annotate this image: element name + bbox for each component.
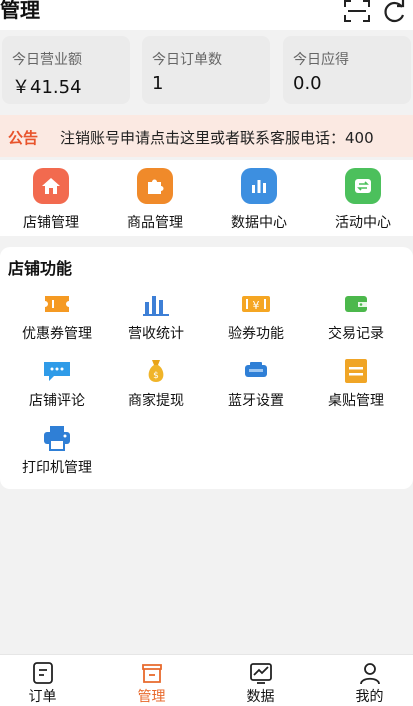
- stat-value: ￥41.54: [12, 77, 82, 98]
- tab-label: 我的: [355, 689, 384, 705]
- tab-label: 管理: [137, 689, 166, 705]
- quick-store-manage[interactable]: 店铺管理: [6, 168, 96, 232]
- voucher-yen-icon: ¥: [241, 291, 271, 317]
- printer-icon: [42, 425, 72, 451]
- voucher-verify-button[interactable]: ¥ 验券功能: [206, 291, 306, 345]
- table-sticker-icon: [341, 358, 371, 384]
- store-functions-panel: 店铺功能 优惠券管理 营收统计 ¥ 验券功能 交易记录 店铺评论 $ 商家提现: [0, 247, 413, 489]
- quick-data-center[interactable]: 数据中心: [214, 168, 304, 232]
- stat-label: 今日订单数: [152, 52, 222, 68]
- refresh-icon[interactable]: [381, 0, 407, 24]
- swap-icon: [345, 168, 381, 204]
- quick-label: 数据中心: [231, 215, 287, 231]
- quick-product-manage[interactable]: 商品管理: [110, 168, 200, 232]
- tab-profile[interactable]: 我的: [318, 655, 413, 706]
- notice-text[interactable]: 注销账号申请点击这里或者联系客服电话：400: [60, 127, 374, 148]
- bar-chart-icon: [241, 168, 277, 204]
- feature-label: 桌贴管理: [328, 393, 384, 409]
- bluetooth-settings-button[interactable]: 蓝牙设置: [206, 358, 306, 412]
- tab-label: 数据: [246, 689, 275, 705]
- today-stats: 今日营业额 ￥41.54 今日订单数 1 今日应得 0.0: [0, 36, 413, 104]
- order-icon: [33, 662, 53, 684]
- feature-label: 蓝牙设置: [228, 393, 284, 409]
- feature-label: 打印机管理: [22, 460, 92, 476]
- tab-label: 订单: [28, 689, 57, 705]
- stat-value: 1: [152, 73, 164, 94]
- notice-tag: 公告: [8, 129, 39, 147]
- stat-value: 0.0: [293, 73, 322, 94]
- table-sticker-button[interactable]: 桌贴管理: [306, 358, 406, 412]
- quick-label: 店铺管理: [23, 215, 79, 231]
- stat-revenue: 今日营业额 ￥41.54: [2, 36, 130, 104]
- feature-label: 验券功能: [228, 326, 284, 342]
- wallet-icon: [341, 291, 371, 317]
- feature-label: 店铺评论: [29, 393, 85, 409]
- tab-manage[interactable]: 管理: [100, 655, 203, 706]
- top-header: 管理: [0, 0, 413, 30]
- revenue-stats-button[interactable]: 营收统计: [106, 291, 206, 345]
- feature-label: 营收统计: [128, 326, 184, 342]
- tab-orders[interactable]: 订单: [0, 655, 94, 706]
- quick-activity-center[interactable]: 活动中心: [318, 168, 408, 232]
- bar-stats-icon: [141, 291, 171, 317]
- feature-label: 商家提现: [128, 393, 184, 409]
- quick-actions: 店铺管理 商品管理 数据中心 活动中心: [0, 160, 413, 236]
- stat-receivable: 今日应得 0.0: [283, 36, 411, 104]
- store-home-icon: [33, 168, 69, 204]
- svg-text:$: $: [153, 371, 159, 381]
- printer-manage-button[interactable]: 打印机管理: [7, 425, 107, 479]
- scan-icon[interactable]: [344, 0, 370, 22]
- feature-label: 交易记录: [328, 326, 384, 342]
- store-reviews-button[interactable]: 店铺评论: [7, 358, 107, 412]
- comment-icon: [42, 358, 72, 384]
- manage-icon: [142, 664, 162, 683]
- feature-label: 优惠券管理: [22, 326, 92, 342]
- section-title: 店铺功能: [8, 259, 73, 278]
- merchant-withdraw-button[interactable]: $ 商家提现: [106, 358, 206, 412]
- notice-bar[interactable]: 公告 注销账号申请点击这里或者联系客服电话：400: [0, 115, 413, 157]
- quick-label: 商品管理: [127, 215, 183, 231]
- stat-label: 今日营业额: [12, 52, 82, 68]
- bottom-tab-bar: 订单 管理 数据 我的: [0, 654, 413, 706]
- page-title: 管理: [0, 0, 40, 22]
- stat-label: 今日应得: [293, 52, 349, 68]
- coupon-manage-button[interactable]: 优惠券管理: [7, 291, 107, 345]
- data-icon: [250, 663, 272, 684]
- quick-label: 活动中心: [335, 215, 391, 231]
- profile-icon: [360, 663, 380, 685]
- svg-text:¥: ¥: [253, 299, 260, 312]
- transaction-records-button[interactable]: 交易记录: [306, 291, 406, 345]
- stat-orders: 今日订单数 1: [142, 36, 270, 104]
- tab-data[interactable]: 数据: [209, 655, 312, 706]
- money-bag-icon: $: [141, 358, 171, 384]
- bluetooth-device-icon: [241, 358, 271, 384]
- coupon-icon: [42, 291, 72, 317]
- puzzle-icon: [137, 168, 173, 204]
